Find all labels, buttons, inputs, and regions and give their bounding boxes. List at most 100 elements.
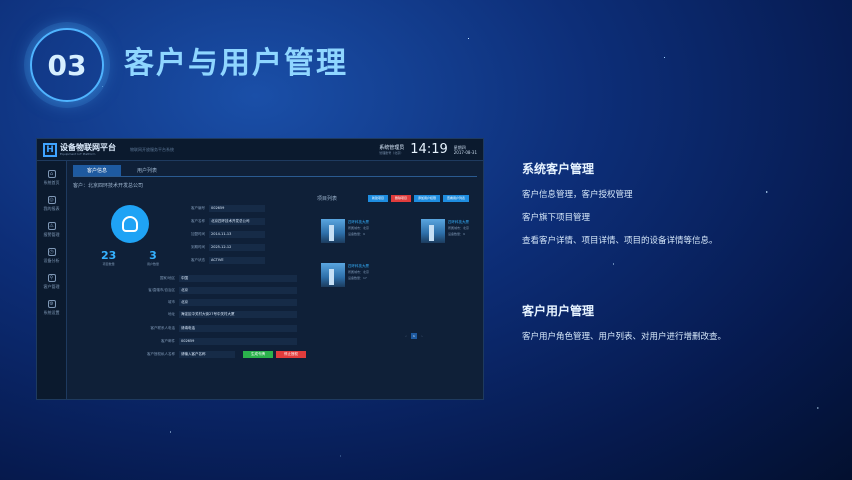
gear-icon: ⚙	[47, 300, 56, 308]
kv-customer-name: 客户名称 北京四环技术开发总公司	[183, 218, 265, 225]
panel-line: 客户用户角色管理、用户列表、对用户进行增删改查。	[522, 332, 727, 342]
user-sub: 管理账号（北京）	[379, 151, 404, 155]
kv-value: 2014-11-13	[209, 231, 265, 238]
sidebar-item-label: 我的报表	[43, 206, 60, 211]
app-header: H 设备物联网平台 Equipment IoT Platform 物联网开放服务…	[37, 139, 483, 161]
home-icon: ⌂	[47, 170, 56, 178]
date: 2017-08-31	[453, 149, 477, 155]
stat-label: 项目数量	[102, 262, 115, 266]
prev-page-button[interactable]: ‹	[403, 333, 409, 339]
stat-users: 3 用户数量	[147, 249, 159, 266]
sidebar-item-reports[interactable]: ◎ 我的报表	[37, 191, 66, 217]
generate-token-button[interactable]: 生成令牌	[243, 351, 273, 358]
company-name: 客户：北京四环技术开发总公司	[73, 183, 144, 189]
panel-line: 查看客户详情、项目详情、项目的设备详情等信息。	[522, 236, 718, 246]
feature-panel-customers: 系统客户管理 客户信息管理，客户授权管理 客户旗下项目管理 查看客户详情、项目详…	[522, 160, 718, 246]
page-title: 客户与用户管理	[124, 46, 348, 81]
project-toolbar: 新建项目 删除项目 添加用户权限 查看用户列表	[367, 195, 469, 202]
panel-line: 客户信息管理，客户授权管理	[522, 190, 633, 200]
field-email: 客户邮件 002659	[73, 338, 297, 345]
kv-key: 客户状态	[191, 258, 205, 262]
field-province: 省/直辖市/自治区 北京	[73, 287, 297, 294]
view-users-button[interactable]: 查看用户列表	[442, 195, 469, 202]
sidebar-item-label: 报警管理	[43, 232, 60, 237]
stat-value: 3	[149, 249, 157, 262]
logo-sub: Equipment IoT Platform	[60, 151, 96, 156]
sidebar: ⌂ 系统首页 ◎ 我的报表 ⚠ 报警管理 ◷ 设备分析 ⚲ 客户管理 ⚙ 系统设置	[37, 161, 67, 399]
logo-text: 设备物联网平台	[60, 142, 116, 152]
new-project-button[interactable]: 新建项目	[367, 195, 388, 202]
kv-key: 客户编号	[191, 206, 205, 210]
field-phone: 客户联系人电话 请填电话	[73, 325, 297, 332]
app-subtitle: 物联网开放服务平台系统	[130, 146, 174, 152]
user-info[interactable]: 系统管理员 管理账号（北京）	[379, 144, 404, 155]
app-logo[interactable]: H 设备物联网平台 Equipment IoT Platform	[43, 142, 116, 157]
sidebar-item-label: 系统首页	[43, 180, 60, 185]
field-label: 省/直辖市/自治区	[148, 288, 175, 292]
field-value[interactable]: 北京	[179, 287, 297, 294]
analysis-icon: ◷	[47, 248, 56, 256]
panel-line: 客户旗下项目管理	[522, 213, 591, 223]
main-content: 客户信息 用户列表 客户：北京四环技术开发总公司 23 项目数量 3 用户数量 …	[73, 165, 477, 393]
sidebar-item-customers[interactable]: ⚲ 客户管理	[37, 269, 66, 295]
building-image	[421, 219, 445, 243]
kv-key: 客户名称	[191, 219, 205, 223]
stop-auth-button[interactable]: 停止授权	[276, 351, 306, 358]
field-value[interactable]: 海淀区中关村大街27号中关村大厦	[179, 311, 297, 318]
kv-value: 2025-12-12	[209, 244, 265, 251]
building-image	[321, 263, 345, 287]
project-devices: 设备数量：9	[448, 232, 465, 236]
user-name: 系统管理员	[379, 145, 405, 151]
kv-value: ACTIVE	[209, 257, 265, 264]
field-value[interactable]: 002659	[179, 338, 297, 345]
field-city: 城市 北京	[73, 299, 297, 306]
project-devices: 设备数量：9	[348, 232, 365, 236]
field-address: 地址 海淀区中关村大街27号中关村大厦	[73, 311, 297, 318]
avatar	[111, 205, 149, 243]
kv-join-date: 加盟时间 2014-11-13	[183, 231, 265, 238]
report-icon: ◎	[47, 196, 56, 204]
kv-expire-date: 到期时间 2025-12-12	[183, 244, 265, 251]
pagination: ‹ 1 ›	[403, 333, 425, 339]
field-value[interactable]: 请填电话	[179, 325, 297, 332]
section-number: 03	[47, 48, 87, 82]
kv-key: 加盟时间	[191, 232, 205, 236]
project-devices: 设备数量：17	[348, 276, 367, 280]
tab-user-list[interactable]: 用户列表	[123, 165, 171, 176]
project-card[interactable]: 四环科技大厦 所属城市：北京 设备数量：9	[321, 219, 411, 249]
sidebar-item-alarms[interactable]: ⚠ 报警管理	[37, 217, 66, 243]
feature-panel-users: 客户用户管理 客户用户角色管理、用户列表、对用户进行增删改查。	[522, 302, 726, 342]
clock: 14:19	[410, 142, 448, 157]
field-value[interactable]: 中国	[179, 275, 297, 282]
tab-bar: 客户信息 用户列表	[73, 165, 477, 177]
project-list-title: 项目列表	[317, 196, 338, 202]
customer-icon: ⚲	[47, 274, 56, 282]
field-label: 国家/地区	[159, 276, 175, 280]
kv-value: 北京四环技术开发总公司	[209, 218, 265, 225]
panel-heading: 系统客户管理	[522, 162, 595, 176]
project-card[interactable]: 四环科技大厦 所属城市：北京 设备数量：9	[421, 219, 483, 249]
page-button[interactable]: 1	[411, 333, 417, 339]
project-card[interactable]: 四环科技大厦 所属城市：北京 设备数量：17	[321, 263, 411, 293]
auth-name-input[interactable]: 请输入客户名称	[179, 351, 235, 358]
sidebar-item-settings[interactable]: ⚙ 系统设置	[37, 295, 66, 321]
field-label: 城市	[168, 300, 175, 304]
field-country: 国家/地区 中国	[73, 275, 297, 282]
stat-value: 23	[101, 249, 117, 262]
field-value[interactable]: 北京	[179, 299, 297, 306]
kv-value: 002659	[209, 205, 265, 212]
next-page-button[interactable]: ›	[419, 333, 425, 339]
field-label: 客户授权私人名称	[147, 352, 175, 356]
app-screenshot: H 设备物联网平台 Equipment IoT Platform 物联网开放服务…	[36, 138, 484, 400]
field-label: 客户联系人电话	[150, 326, 176, 330]
sidebar-item-home[interactable]: ⌂ 系统首页	[37, 165, 66, 191]
add-permission-button[interactable]: 添加用户权限	[413, 195, 440, 202]
sidebar-item-analysis[interactable]: ◷ 设备分析	[37, 243, 66, 269]
alarm-icon: ⚠	[47, 222, 56, 230]
tab-customer-info[interactable]: 客户信息	[73, 165, 122, 176]
building-image	[321, 219, 345, 243]
logo-icon: H	[43, 142, 57, 157]
panel-heading: 客户用户管理	[522, 304, 595, 318]
delete-project-button[interactable]: 删除项目	[390, 195, 411, 202]
field-label: 地址	[168, 312, 175, 316]
